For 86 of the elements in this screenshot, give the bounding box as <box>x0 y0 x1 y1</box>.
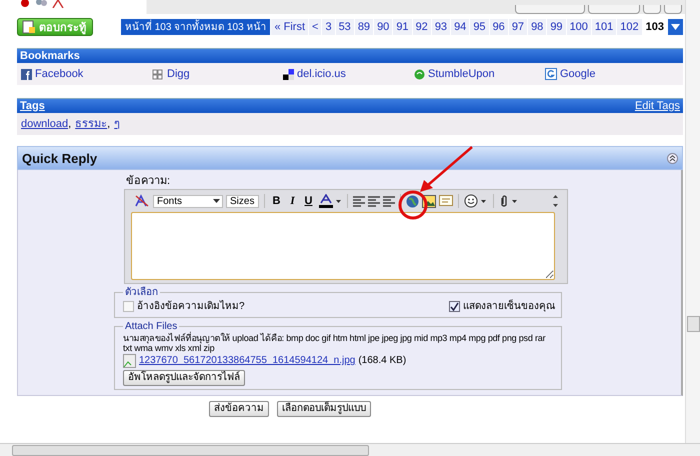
page-summary: หน้าที่ 103 จากทั้งหมด 103 หน้า <box>120 19 270 35</box>
font-select[interactable]: Fonts <box>153 194 223 208</box>
multiquote-button[interactable] <box>643 5 661 14</box>
message-label: ข้อความ: <box>125 175 172 187</box>
size-select[interactable]: Sizes <box>226 194 259 208</box>
users-icon <box>34 0 48 8</box>
previous-page-link[interactable]: < <box>309 19 322 35</box>
page-link[interactable]: 3 <box>322 19 335 35</box>
quick-edit-button[interactable] <box>664 5 682 14</box>
bookmark-link[interactable]: StumbleUpon <box>428 68 495 80</box>
scroll-thumb[interactable] <box>687 316 700 332</box>
tag-link[interactable]: ธรรมะ <box>75 118 108 130</box>
page-link[interactable]: 101 <box>592 19 616 35</box>
page-link[interactable]: 98 <box>528 19 546 35</box>
page-link[interactable]: 97 <box>508 19 528 35</box>
image-file-icon <box>123 354 136 368</box>
section-title: Bookmarks <box>20 50 80 62</box>
page-link[interactable]: 91 <box>393 19 412 35</box>
caret-icon <box>213 199 220 203</box>
people-icon <box>152 68 164 80</box>
highlight-circle <box>398 190 428 220</box>
bookmark-link[interactable]: Digg <box>167 68 190 80</box>
align-icon[interactable] <box>383 196 395 206</box>
edit-tags-link[interactable]: Edit Tags <box>634 100 680 112</box>
checkbox-label: อ้างอิงข้อความเดิมไหม? <box>137 300 245 312</box>
annotation-arrow <box>420 146 473 192</box>
page-link[interactable]: 53 <box>336 19 354 35</box>
globe-icon[interactable] <box>406 194 419 208</box>
message-field[interactable] <box>131 212 555 280</box>
page-link[interactable]: 102 <box>617 19 642 35</box>
globe-icon <box>414 68 425 80</box>
tags-link[interactable]: Tags <box>20 100 45 112</box>
checkbox-label: แสดงลายเซ็นของคุณ <box>463 300 555 312</box>
quote-icon[interactable] <box>439 194 453 208</box>
manage-files-button[interactable]: อัพโหลดรูปและจัดการไฟล์ <box>123 370 245 386</box>
text-color-icon[interactable] <box>318 194 342 208</box>
remove-format-icon[interactable] <box>134 194 150 208</box>
page-link[interactable]: 94 <box>451 19 470 35</box>
horizontal-scrollbar[interactable] <box>0 443 700 456</box>
google-icon <box>545 68 557 80</box>
page-link[interactable]: 95 <box>470 19 489 35</box>
submit-button[interactable]: เลือกตอบเต็มรูปแบบ <box>277 401 371 417</box>
bookmark-link[interactable]: del.icio.us <box>297 68 346 80</box>
squares-icon <box>283 68 294 80</box>
checkmark-icon <box>450 302 459 310</box>
scroll-thumb[interactable] <box>12 445 369 456</box>
page-link[interactable]: 96 <box>490 19 508 35</box>
page-link[interactable]: 90 <box>374 19 392 35</box>
format-button[interactable]: B <box>270 194 283 208</box>
page-link[interactable]: 93 <box>432 19 450 35</box>
resize-icon[interactable] <box>552 194 559 208</box>
align-icon[interactable] <box>368 196 380 206</box>
page-link[interactable]: 99 <box>547 19 566 35</box>
file-link[interactable]: 1237670_561720133864755_1614594124_n.jpg <box>139 355 356 367</box>
page-link[interactable]: 89 <box>354 19 374 35</box>
separator: , <box>107 118 110 130</box>
attachment-icon[interactable] <box>499 194 519 208</box>
status-icon <box>20 0 30 8</box>
first-page-link[interactable]: « First <box>271 19 308 35</box>
file-size: (168.4 KB) <box>358 355 406 367</box>
bookmark-link[interactable]: Google <box>560 68 596 80</box>
checkbox[interactable] <box>449 300 460 312</box>
edit-button[interactable] <box>515 5 585 14</box>
bookmark-link[interactable]: Facebook <box>35 68 84 80</box>
page-link[interactable]: 100 <box>566 19 591 35</box>
fieldset-legend: ตัวเลือก <box>123 287 160 298</box>
format-button[interactable]: I <box>286 194 299 208</box>
separator: , <box>68 118 72 130</box>
submit-button[interactable]: ส่งข้อความ <box>209 401 269 417</box>
page-link[interactable]: 92 <box>412 19 431 35</box>
fieldset-legend: Attach Files <box>123 321 180 332</box>
allowed-types-text: นามสกุลของไฟล์ที่อนุญาตให้ upload ได้คือ: bmp doc gif htm html jpe jpeg jpg mid mp3 mp4 mpg pdf png psd rar txt wma wmv xls xml zip <box>123 333 546 353</box>
tag-link[interactable]: ๆ <box>114 118 120 130</box>
caret-icon <box>671 24 680 30</box>
quote-button[interactable] <box>588 5 640 14</box>
facebook-icon <box>21 68 32 80</box>
document-icon <box>22 20 36 34</box>
format-button[interactable]: U <box>302 194 315 208</box>
checkbox[interactable] <box>123 300 134 312</box>
align-icon[interactable] <box>353 196 365 206</box>
vertical-scrollbar[interactable] <box>685 0 700 444</box>
tag-link[interactable]: download <box>21 118 68 130</box>
collapse-icon[interactable] <box>667 152 678 164</box>
page-menu-button[interactable] <box>668 19 683 35</box>
panel-title: Quick Reply <box>22 152 98 164</box>
smiley-icon[interactable] <box>464 194 488 208</box>
